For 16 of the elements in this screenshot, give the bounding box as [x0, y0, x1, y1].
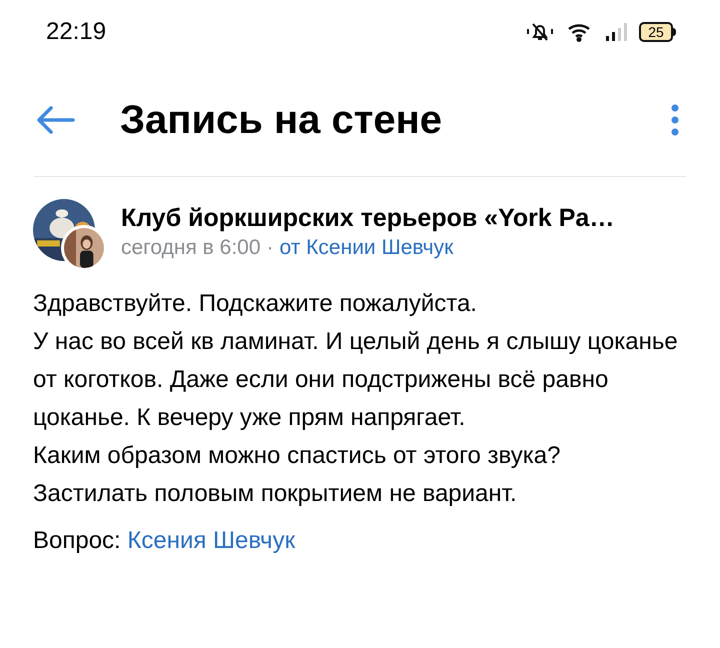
post-text: Каким образом можно спастись от этого звука? Застилать половым покрытием не вариант.: [33, 441, 562, 509]
author-link[interactable]: от Ксении Шевчук: [280, 234, 454, 262]
signal-icon: [605, 22, 627, 42]
question-label: Вопрос:: [33, 527, 121, 554]
post-time: сегодня в 6:00: [121, 235, 261, 261]
muted-bell-icon: [525, 21, 555, 43]
post-text: У нас во всей кв ламинат. И целый день я слышу цоканье от коготков. Даже если они подстрижены всё равно цоканье. К вечеру уже прям напрягает.: [33, 327, 679, 433]
question-author-link[interactable]: Ксения Шевчук: [127, 527, 296, 554]
back-arrow-icon[interactable]: [36, 105, 76, 135]
page-title: Запись на стене: [120, 97, 444, 144]
more-menu-icon[interactable]: [670, 104, 680, 136]
status-time: 22:19: [46, 17, 106, 47]
post-text: Здравствуйте. Подскажите пожалуйста.: [33, 289, 478, 319]
community-name[interactable]: Клуб йоркширских терьеров «York Pa…: [121, 202, 614, 234]
battery-icon: 25: [639, 22, 676, 42]
separator-dot: ·: [266, 235, 274, 261]
